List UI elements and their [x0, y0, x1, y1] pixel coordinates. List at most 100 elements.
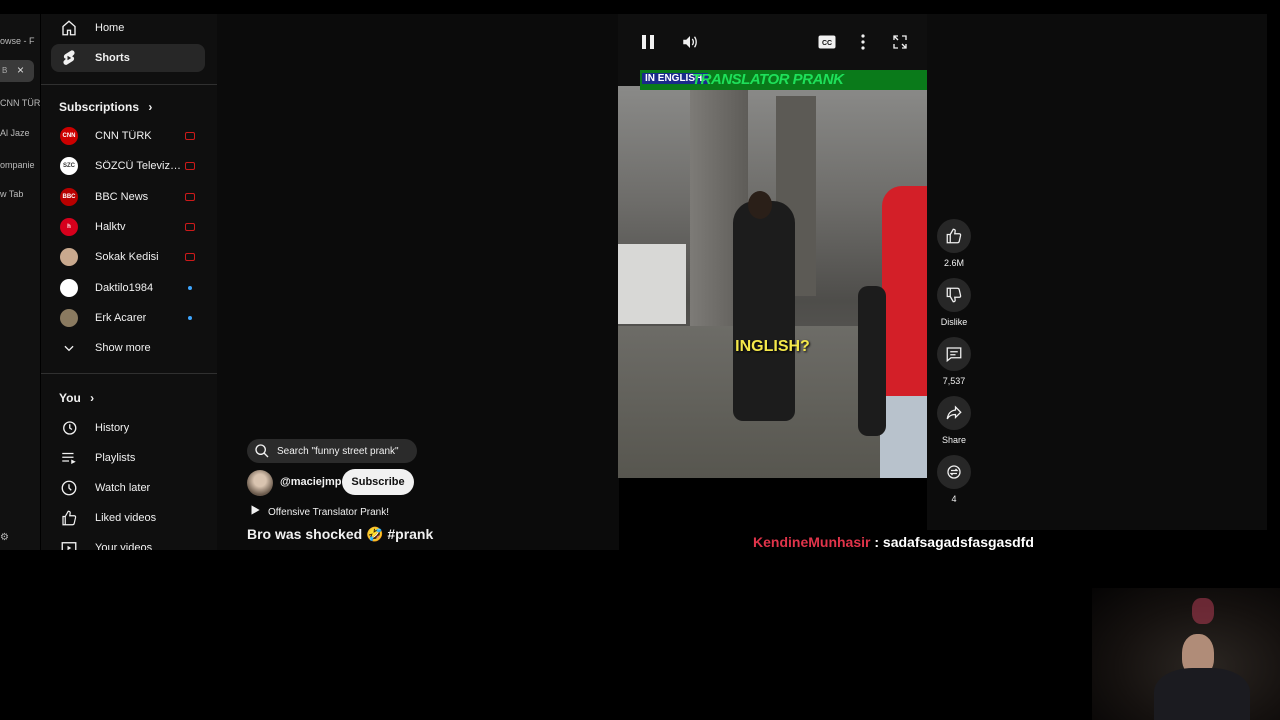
- sidebar-item-label: SÖZCÜ Televizyo...: [95, 160, 185, 173]
- subscribe-button[interactable]: Subscribe: [342, 469, 414, 495]
- avatar-circle: [60, 248, 78, 267]
- more-options-button[interactable]: [853, 32, 873, 52]
- channel-name[interactable]: @maciejmp: [280, 476, 341, 488]
- tab-label: w Tab: [0, 189, 24, 199]
- pause-button[interactable]: [638, 32, 658, 52]
- video-frame: [618, 86, 927, 478]
- watch-later-icon: [59, 478, 79, 498]
- sidebar-item-label: Playlists: [95, 452, 136, 464]
- sidebar-item-playlists[interactable]: Playlists: [51, 444, 205, 472]
- video-player[interactable]: IN ENGLISH. TRANSLATOR PRANK INGLISH? CC: [618, 14, 927, 478]
- new-content-dot-icon: [188, 285, 192, 290]
- sidebar-item-your-videos[interactable]: Your videos: [51, 534, 205, 550]
- chevron-down-icon: [59, 338, 79, 358]
- avatar-circle: [60, 308, 78, 327]
- sidebar-item-label: Daktilo1984: [95, 281, 154, 294]
- playlist-link[interactable]: Offensive Translator Prank!: [248, 503, 389, 522]
- sidebar-item-home[interactable]: Home: [51, 14, 205, 42]
- sidebar-item-channel[interactable]: h Halktv: [51, 213, 205, 241]
- tab-label: owse - F: [0, 36, 35, 46]
- sidebar-item-watch-later[interactable]: Watch later: [51, 474, 205, 502]
- dislike-label: Dislike: [940, 317, 968, 327]
- tab-label: Al Jaze: [0, 128, 30, 138]
- subscriptions-header[interactable]: Subscriptions ›: [59, 100, 152, 114]
- live-indicator-icon: [185, 253, 195, 262]
- svg-text:CC: CC: [822, 40, 832, 47]
- comments-button[interactable]: 7,537: [936, 337, 972, 386]
- divider: [41, 84, 217, 85]
- remix-button[interactable]: 4: [936, 455, 972, 504]
- chevron-right-icon: ›: [90, 391, 95, 405]
- playlist-title: Offensive Translator Prank!: [268, 507, 389, 518]
- your-videos-icon: [59, 538, 79, 550]
- volume-icon: [683, 36, 697, 48]
- avatar-circle: h: [60, 217, 78, 236]
- new-content-dot-icon: [188, 315, 192, 320]
- sidebar-item-channel[interactable]: Daktilo1984: [51, 274, 205, 302]
- sidebar: Home Shorts Subscriptions › Show more Yo…: [41, 14, 217, 550]
- video-banner: IN ENGLISH. TRANSLATOR PRANK: [640, 70, 927, 90]
- remix-icon: [947, 465, 961, 479]
- avatar-circle: CNN: [60, 127, 78, 145]
- subscriptions-title: Subscriptions: [59, 100, 140, 114]
- sidebar-item-label: Watch later: [95, 482, 151, 494]
- chat-separator: :: [870, 534, 883, 550]
- fullscreen-button[interactable]: [890, 32, 910, 52]
- channel-avatar: SZC: [59, 156, 79, 176]
- play-icon: [248, 503, 262, 522]
- you-title: You: [59, 391, 81, 405]
- browser-tab[interactable]: CNN TÜRI: [0, 98, 40, 108]
- pause-icon: [642, 35, 654, 49]
- channel-avatar: h: [59, 217, 79, 237]
- browser-tab-strip: owse - F B × CNN TÜRI Al Jaze ompanie w …: [0, 14, 40, 550]
- cc-icon: CC: [818, 35, 836, 49]
- avatar-circle: [60, 278, 78, 297]
- sidebar-item-history[interactable]: History: [51, 414, 205, 442]
- search-chip[interactable]: Search "funny street prank": [247, 439, 417, 463]
- browser-tab[interactable]: ompanie: [0, 160, 35, 170]
- settings-icon[interactable]: ⚙: [0, 532, 9, 543]
- sidebar-item-shorts[interactable]: Shorts: [51, 44, 205, 72]
- like-button[interactable]: 2.6M: [936, 219, 972, 268]
- share-button[interactable]: Share: [936, 396, 972, 445]
- sidebar-item-label: Erk Acarer: [95, 311, 147, 324]
- sidebar-item-label: Halktv: [95, 220, 126, 233]
- browser-tab-active[interactable]: B ×: [0, 60, 34, 82]
- sidebar-item-label: History: [95, 422, 130, 434]
- chevron-right-icon: ›: [148, 100, 153, 114]
- browser-tab[interactable]: Al Jaze: [0, 128, 30, 138]
- sidebar-item-channel[interactable]: SZC SÖZCÜ Televizyo...: [51, 152, 205, 180]
- volume-button[interactable]: [680, 32, 700, 52]
- you-header[interactable]: You ›: [59, 391, 94, 405]
- browser-tab[interactable]: owse - F: [0, 36, 35, 46]
- right-panel: [927, 14, 1267, 530]
- webcam-overlay: [1092, 588, 1280, 720]
- tab-close-icon[interactable]: ×: [17, 63, 24, 77]
- show-more-label: Show more: [95, 342, 151, 354]
- chat-message: KendineMunhasir : sadafsagadsfasgasdfd: [753, 534, 1034, 550]
- sidebar-item-channel[interactable]: BBC BBC News: [51, 183, 205, 211]
- captions-button[interactable]: CC: [817, 32, 837, 52]
- browser-tab[interactable]: w Tab: [0, 189, 23, 199]
- search-icon: [254, 443, 270, 459]
- remix-count: 4: [951, 494, 957, 504]
- tab-label: CNN TÜRI: [0, 98, 40, 108]
- tab-label: B: [2, 66, 8, 75]
- tab-label: ompanie: [0, 160, 35, 170]
- video-caption: INGLISH?: [735, 338, 810, 355]
- show-more-button[interactable]: Show more: [51, 334, 205, 362]
- channel-avatar[interactable]: [247, 470, 273, 496]
- sidebar-item-channel[interactable]: CNN CNN TÜRK: [51, 122, 205, 150]
- short-title: Bro was shocked 🤣 #prank: [247, 526, 434, 542]
- sidebar-item-label: Home: [95, 22, 125, 34]
- dislike-button[interactable]: Dislike: [936, 278, 972, 327]
- fullscreen-icon: [893, 35, 907, 49]
- sidebar-item-liked-videos[interactable]: Liked videos: [51, 504, 205, 532]
- sidebar-item-label: BBC News: [95, 190, 149, 203]
- share-icon: [946, 405, 962, 420]
- sidebar-item-channel[interactable]: Sokak Kedisi: [51, 243, 205, 271]
- live-indicator-icon: [185, 222, 195, 231]
- sidebar-item-channel[interactable]: Erk Acarer: [51, 304, 205, 332]
- channel-avatar: [59, 278, 79, 298]
- channel-avatar: [59, 247, 79, 267]
